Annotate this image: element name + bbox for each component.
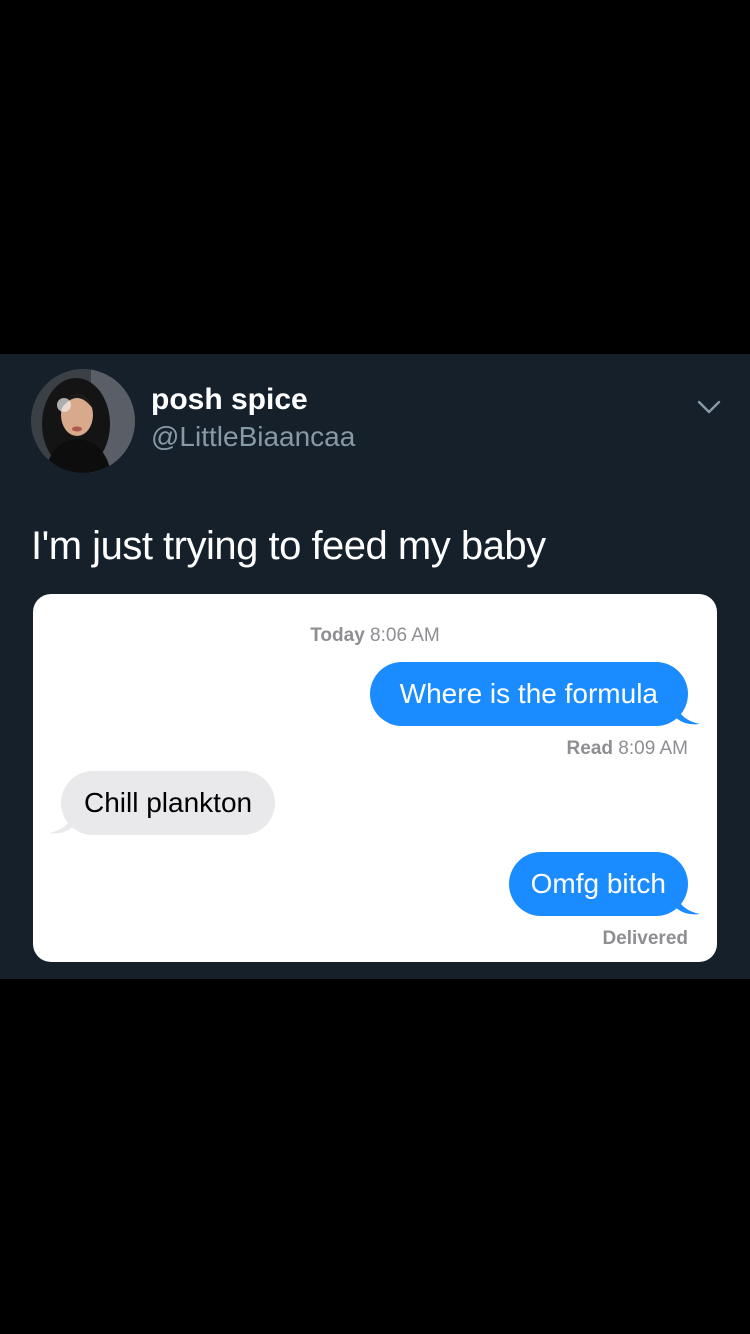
conversation-timestamp: Today 8:06 AM [33, 624, 717, 648]
sent-message-bubble: Omfg bitch [508, 852, 688, 916]
page: posh spice @LittleBiaancaa I'm just tryi… [0, 0, 750, 1334]
read-receipt: Read 8:09 AM [567, 737, 688, 761]
display-name[interactable]: posh spice [151, 382, 308, 418]
delivered-status: Delivered [602, 928, 688, 949]
chevron-down-icon[interactable] [694, 392, 724, 422]
bubble-tail-icon [676, 704, 700, 725]
tweet-text: I'm just trying to feed my baby [31, 524, 546, 568]
bubble-tail-icon [676, 894, 700, 915]
read-time: 8:09 AM [618, 738, 688, 759]
sent-message-bubble: Where is the formula [369, 662, 688, 726]
attached-message-screenshot[interactable]: Today 8:06 AM Where is the formula Read … [33, 594, 717, 962]
received-message-bubble: Chill plankton [61, 771, 276, 835]
tweet-card[interactable]: posh spice @LittleBiaancaa I'm just tryi… [0, 354, 750, 979]
user-handle[interactable]: @LittleBiaancaa [151, 420, 355, 454]
bubble-tail-icon [49, 813, 73, 834]
avatar[interactable] [31, 369, 135, 473]
timestamp-day: Today [310, 625, 365, 646]
timestamp-time: 8:06 AM [370, 625, 440, 646]
profile-photo-icon [31, 369, 135, 473]
read-label: Read [566, 738, 613, 759]
